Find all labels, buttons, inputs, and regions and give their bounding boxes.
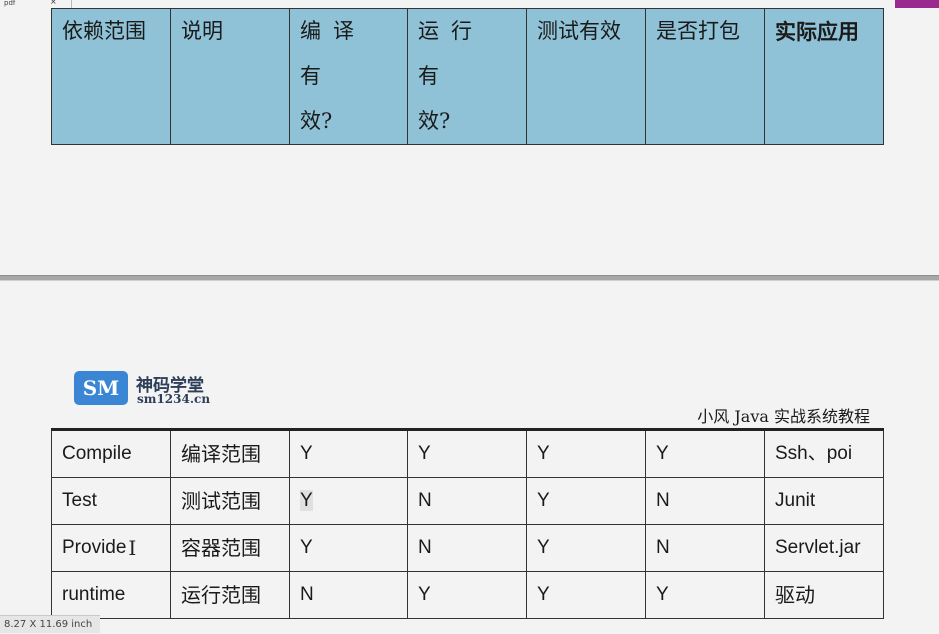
document-page-1: 依赖范围 说明 编译有 效? 运行有 效? 测试有效 是否打包 实际应用: [0, 8, 939, 275]
cell-packaged: N: [645, 524, 765, 572]
table-row: Test 测试范围 Y N Y N Junit: [51, 477, 884, 525]
cell-description: 编译范围: [170, 428, 290, 478]
header-cell-test-valid: 测试有效: [526, 8, 646, 145]
header-cell-description: 说明: [170, 8, 290, 145]
cell-packaged: Y: [645, 428, 765, 478]
dependency-scope-header-table: 依赖范围 说明 编译有 效? 运行有 效? 测试有效 是否打包 实际应用: [51, 8, 884, 145]
cell-description: 测试范围: [170, 477, 290, 525]
document-page-2: SM 神码学堂 sm1234.cn 小风 Java 实战系统教程 Compile…: [0, 281, 939, 633]
brand-logo: SM 神码学堂 sm1234.cn: [74, 371, 234, 411]
close-icon[interactable]: ×: [50, 0, 57, 6]
cell-usage: Junit: [764, 477, 884, 525]
page-subtitle: 小风 Java 实战系统教程: [697, 407, 870, 426]
cell-test: Y: [526, 524, 646, 572]
cell-test: Y: [526, 477, 646, 525]
cell-usage: Servlet.jar: [764, 524, 884, 572]
cell-usage: 驱动: [764, 571, 884, 619]
cell-runtime: Y: [407, 428, 527, 478]
cell-packaged: Y: [645, 571, 765, 619]
table-row: Compile 编译范围 Y Y Y Y Ssh、poi: [51, 428, 884, 478]
cell-runtime: Y: [407, 571, 527, 619]
header-cell-packaged: 是否打包: [645, 8, 765, 145]
cell-compile: Y: [289, 477, 408, 525]
cell-scope: runtime: [51, 571, 171, 619]
cell-scope: Compile: [51, 428, 171, 478]
header-cell-compile-valid: 编译有 效?: [289, 8, 408, 145]
cell-test: Y: [526, 428, 646, 478]
cell-runtime: N: [407, 477, 527, 525]
cell-usage: Ssh、poi: [764, 428, 884, 478]
header-cell-runtime-valid: 运行有 效?: [407, 8, 527, 145]
header-cell-usage: 实际应用: [764, 8, 884, 145]
selected-text[interactable]: Y: [300, 490, 313, 511]
dependency-scope-table: Compile 编译范围 Y Y Y Y Ssh、poi Test 测试范围 Y…: [51, 428, 884, 619]
document-tab-label: pdf: [4, 0, 16, 7]
cell-description: 运行范围: [170, 571, 290, 619]
cell-compile: Y: [289, 524, 408, 572]
cell-compile: Y: [289, 428, 408, 478]
document-tab[interactable]: pdf ×: [0, 0, 72, 8]
cell-scope: Provide I: [51, 524, 171, 572]
cell-packaged: N: [645, 477, 765, 525]
window-accent: [895, 0, 939, 8]
cell-compile: N: [289, 571, 408, 619]
cell-test: Y: [526, 571, 646, 619]
text-cursor-icon: I: [128, 536, 137, 560]
logo-url: sm1234.cn: [137, 392, 211, 406]
cell-scope: Test: [51, 477, 171, 525]
page-size-status: 8.27 X 11.69 inch: [0, 615, 100, 633]
table-row: Provide I 容器范围 Y N Y N Servlet.jar: [51, 524, 884, 572]
logo-mark: SM: [74, 371, 128, 405]
table-row: runtime 运行范围 N Y Y Y 驱动: [51, 571, 884, 619]
tab-bar: pdf ×: [0, 0, 939, 8]
header-cell-scope: 依赖范围: [51, 8, 171, 145]
cell-runtime: N: [407, 524, 527, 572]
cell-description: 容器范围: [170, 524, 290, 572]
